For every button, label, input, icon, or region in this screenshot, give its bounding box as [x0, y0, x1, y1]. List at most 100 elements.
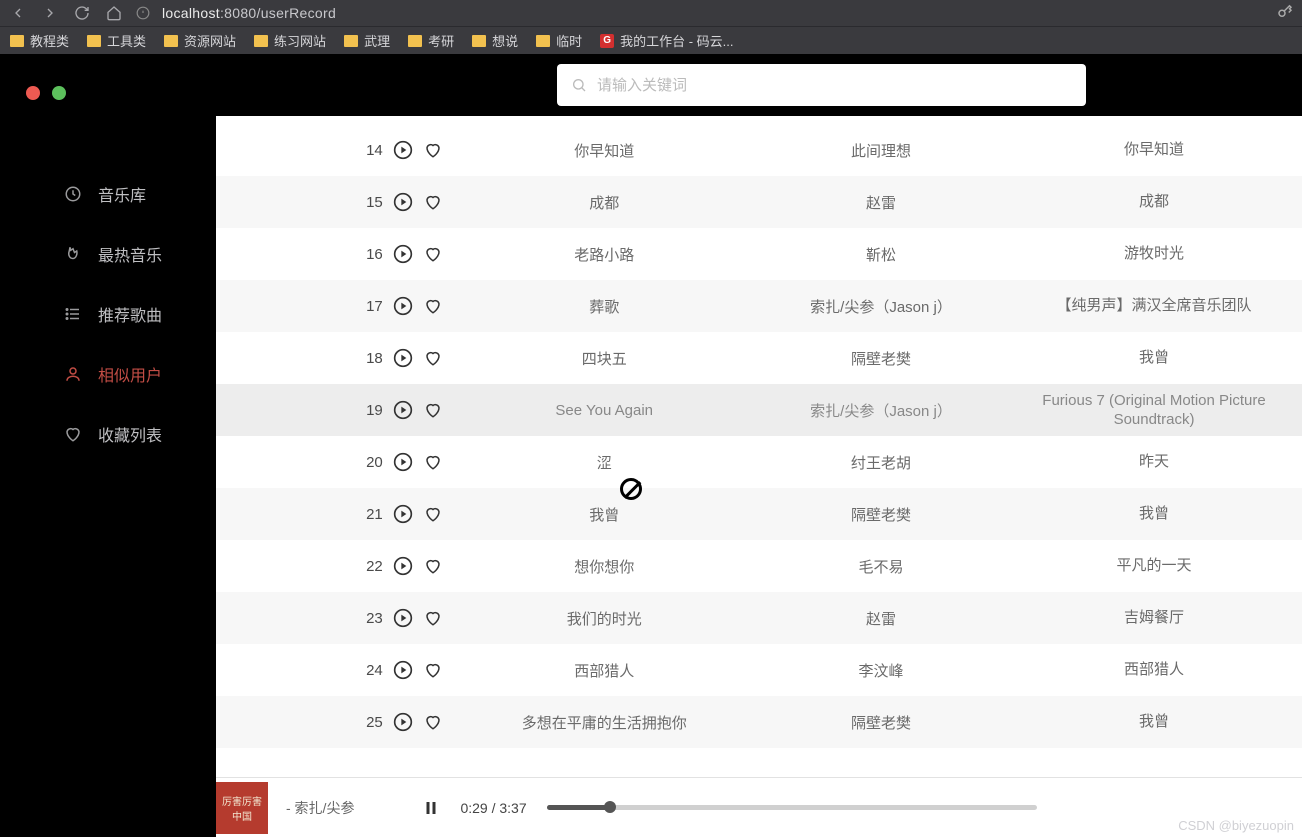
play-track-button[interactable]	[393, 295, 413, 317]
like-track-button[interactable]	[423, 139, 443, 161]
sidebar-item-fire[interactable]: 最热音乐	[0, 224, 216, 284]
main-content: 14你早知道此间理想你早知道15成都赵雷成都16老路小路靳松游牧时光17葬歌索扎…	[216, 116, 1302, 777]
bookmark-item[interactable]: 工具类	[87, 31, 146, 50]
track-row[interactable]: 14你早知道此间理想你早知道	[216, 124, 1302, 176]
maximize-window-button[interactable]	[52, 86, 66, 100]
play-track-button[interactable]	[393, 555, 413, 577]
track-artist: 此间理想	[756, 140, 1006, 161]
bookmark-item[interactable]: 考研	[408, 31, 454, 50]
track-artist: 毛不易	[756, 556, 1006, 577]
app-window: 音乐库最热音乐推荐歌曲相似用户收藏列表 14你早知道此间理想你早知道15成都赵雷…	[0, 54, 1302, 837]
track-row[interactable]: 15成都赵雷成都	[216, 176, 1302, 228]
bookmark-item[interactable]: 临时	[536, 31, 582, 50]
play-track-button[interactable]	[393, 191, 413, 213]
search-input[interactable]	[597, 77, 1072, 94]
like-track-button[interactable]	[423, 399, 443, 421]
track-row[interactable]: 19See You Again索扎/尖参（Jason j）Furious 7 (…	[216, 384, 1302, 436]
track-row[interactable]: 20涩纣王老胡昨天	[216, 436, 1302, 488]
like-track-button[interactable]	[423, 503, 443, 525]
track-artist: 隔壁老樊	[756, 348, 1006, 369]
sidebar-item-heart[interactable]: 收藏列表	[0, 404, 216, 464]
track-artist: 纣王老胡	[756, 452, 1006, 473]
like-track-button[interactable]	[423, 659, 443, 681]
address-bar[interactable]: localhost:8080/userRecord	[162, 5, 336, 21]
play-track-button[interactable]	[393, 451, 413, 473]
sidebar-item-label: 音乐库	[98, 182, 146, 206]
track-index: 21	[356, 506, 383, 523]
track-title: 多想在平庸的生活拥抱你	[452, 712, 756, 733]
track-row[interactable]: 24西部猎人李汶峰西部猎人	[216, 644, 1302, 696]
like-track-button[interactable]	[423, 711, 443, 733]
play-track-button[interactable]	[393, 243, 413, 265]
track-title: 西部猎人	[452, 660, 756, 681]
search-box[interactable]	[557, 64, 1086, 106]
now-playing-title: - 索扎/尖参	[286, 798, 354, 818]
track-title: 你早知道	[452, 140, 756, 161]
sidebar-item-list[interactable]: 推荐歌曲	[0, 284, 216, 344]
track-title: 涩	[452, 452, 756, 473]
track-album: 西部猎人	[1006, 660, 1302, 680]
sidebar-item-label: 最热音乐	[98, 242, 162, 266]
like-track-button[interactable]	[423, 607, 443, 629]
folder-icon	[10, 35, 24, 47]
folder-icon	[87, 35, 101, 47]
sidebar-item-user[interactable]: 相似用户	[0, 344, 216, 404]
track-row[interactable]: 17葬歌索扎/尖参（Jason j）【纯男声】满汉全席音乐团队	[216, 280, 1302, 332]
reload-button[interactable]	[72, 3, 92, 23]
track-artist: 李汶峰	[756, 660, 1006, 681]
track-row[interactable]: 16老路小路靳松游牧时光	[216, 228, 1302, 280]
play-track-button[interactable]	[393, 139, 413, 161]
bookmark-label: 临时	[556, 31, 582, 50]
playback-time: 0:29 / 3:37	[460, 800, 526, 816]
play-track-button[interactable]	[393, 711, 413, 733]
like-track-button[interactable]	[423, 555, 443, 577]
track-row[interactable]: 23我们的时光赵雷吉姆餐厅	[216, 592, 1302, 644]
track-index: 20	[356, 454, 383, 471]
sidebar-item-label: 收藏列表	[98, 422, 162, 446]
pause-button[interactable]	[418, 795, 444, 821]
like-track-button[interactable]	[423, 347, 443, 369]
play-track-button[interactable]	[393, 399, 413, 421]
sidebar-item-note[interactable]: 音乐库	[0, 164, 216, 224]
bookmark-item[interactable]: 资源网站	[164, 31, 236, 50]
bookmark-label: 想说	[492, 31, 518, 50]
track-artist: 隔壁老樊	[756, 712, 1006, 733]
play-track-button[interactable]	[393, 659, 413, 681]
track-title: 葬歌	[452, 296, 756, 317]
play-track-button[interactable]	[393, 347, 413, 369]
track-artist: 索扎/尖参（Jason j）	[756, 296, 1006, 317]
bookmark-item[interactable]: G我的工作台 - 码云...	[600, 31, 733, 50]
track-title: 四块五	[452, 348, 756, 369]
track-row[interactable]: 22想你想你毛不易平凡的一天	[216, 540, 1302, 592]
track-album: 我曾	[1006, 504, 1302, 524]
bookmark-item[interactable]: 练习网站	[254, 31, 326, 50]
folder-icon	[472, 35, 486, 47]
like-track-button[interactable]	[423, 243, 443, 265]
track-row[interactable]: 18四块五隔壁老樊我曾	[216, 332, 1302, 384]
site-info-icon[interactable]	[136, 6, 150, 20]
window-traffic-lights	[26, 86, 66, 100]
play-track-button[interactable]	[393, 607, 413, 629]
like-track-button[interactable]	[423, 451, 443, 473]
bookmark-item[interactable]: 武理	[344, 31, 390, 50]
like-track-button[interactable]	[423, 191, 443, 213]
home-button[interactable]	[104, 3, 124, 23]
play-track-button[interactable]	[393, 503, 413, 525]
sidebar-item-label: 推荐歌曲	[98, 302, 162, 326]
track-row[interactable]: 25多想在平庸的生活拥抱你隔壁老樊我曾	[216, 696, 1302, 748]
forward-button[interactable]	[40, 3, 60, 23]
bookmark-label: 教程类	[30, 31, 69, 50]
heart-icon	[64, 425, 82, 443]
progress-bar[interactable]	[547, 805, 1037, 810]
like-track-button[interactable]	[423, 295, 443, 317]
password-key-icon[interactable]	[1276, 2, 1294, 25]
track-album: 游牧时光	[1006, 244, 1302, 264]
bookmark-item[interactable]: 想说	[472, 31, 518, 50]
track-index: 22	[356, 558, 383, 575]
album-artwork[interactable]: 厉害厉害中国	[216, 782, 268, 834]
track-row[interactable]: 21我曾隔壁老樊我曾	[216, 488, 1302, 540]
back-button[interactable]	[8, 3, 28, 23]
close-window-button[interactable]	[26, 86, 40, 100]
bookmark-item[interactable]: 教程类	[10, 31, 69, 50]
player-bar: 厉害厉害中国 - 索扎/尖参 0:29 / 3:37	[216, 777, 1302, 837]
